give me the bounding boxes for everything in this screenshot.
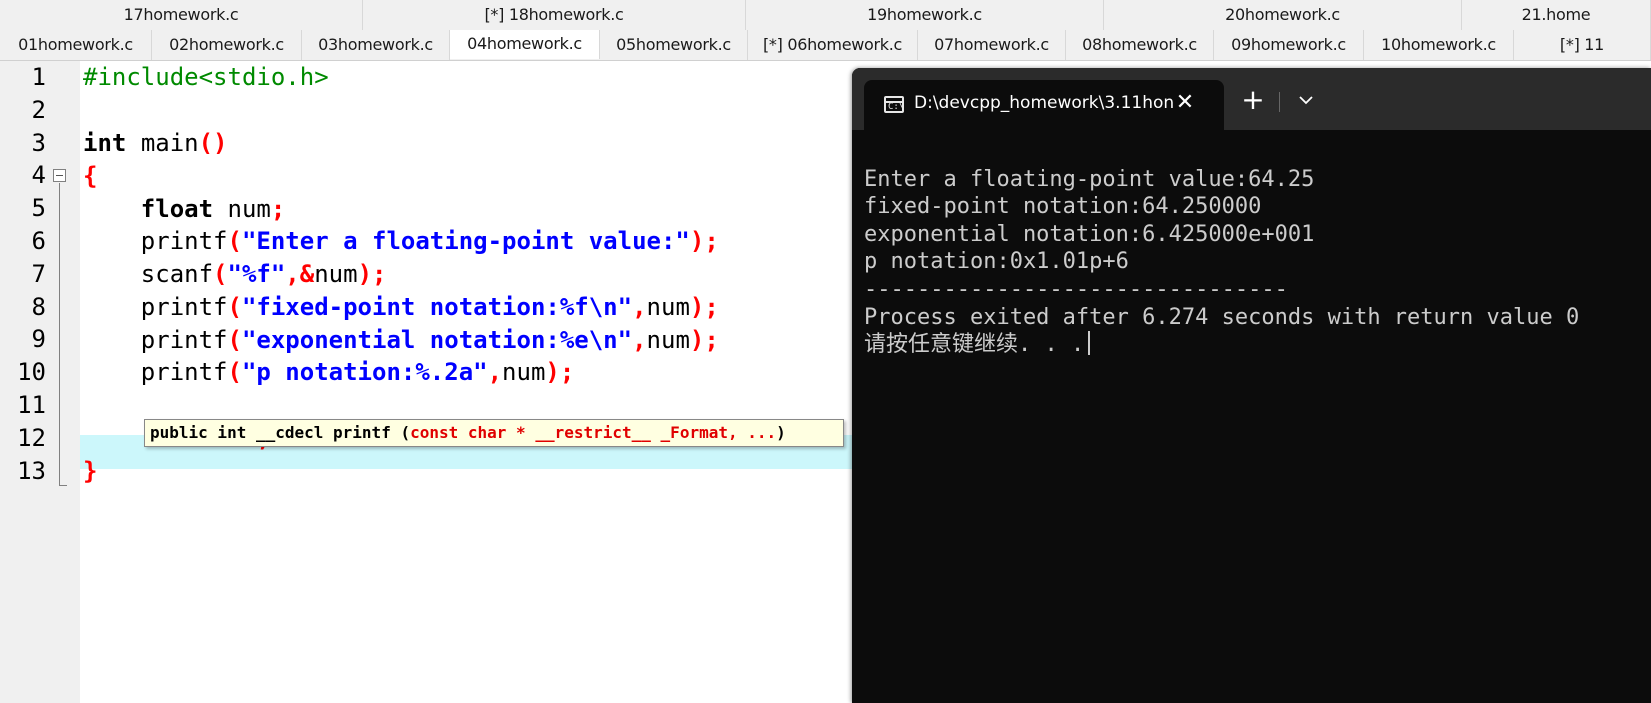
file-tab[interactable]: 01homework.c xyxy=(0,30,152,60)
code-line-10: printf("p notation:%.2a",num); xyxy=(140,358,575,386)
line-number: 5 xyxy=(31,194,46,223)
file-tab[interactable]: 09homework.c xyxy=(1214,30,1364,60)
title-separator xyxy=(1279,92,1280,112)
output-line: exponential notation:6.425000e+001 xyxy=(864,221,1315,247)
code-editor[interactable]: 1 2 3 4 5 6 7 8 9 10 11 12 13 #include<stdio.h> int … xyxy=(0,61,860,703)
text-cursor xyxy=(1088,331,1091,356)
fold-toggle-icon[interactable] xyxy=(53,169,66,182)
code-line-5: float num; xyxy=(140,195,286,223)
line-number: 10 xyxy=(17,358,46,387)
output-line: p notation:0x1.01p+6 xyxy=(864,249,1129,275)
code-line-7: scanf("%f",&num); xyxy=(140,260,387,288)
line-number: 6 xyxy=(31,227,46,255)
new-tab-button[interactable]: + xyxy=(1236,85,1270,119)
file-tab[interactable]: [*] 18homework.c xyxy=(363,0,746,30)
file-tab[interactable]: [*] 06homework.c xyxy=(748,30,918,60)
separator-line: -------------------------------- xyxy=(864,276,1288,302)
terminal-tab[interactable]: C:\ D:\devcpp_homework\3.11hon ✕ xyxy=(864,80,1224,130)
terminal-tab-title: D:\devcpp_homework\3.11hon xyxy=(914,93,1175,113)
code-line-4: { xyxy=(83,162,98,190)
line-number: 13 xyxy=(17,456,46,485)
file-tab[interactable]: [*] 11 xyxy=(1514,30,1651,60)
function-signature-tooltip: public int __cdecl printf (const char * … xyxy=(144,419,844,447)
file-tab-bar-bottom: 01homework.c 02homework.c 03homework.c 04ho… xyxy=(0,30,1651,61)
file-tab-bar-top: 17homework.c [*] 18homework.c 19homework.c… xyxy=(0,0,1651,31)
code-line-6: printf("Enter a floating-point value:"); xyxy=(140,227,719,255)
file-tab[interactable]: 03homework.c xyxy=(302,30,450,60)
file-tab[interactable]: 10homework.c xyxy=(1364,30,1514,60)
line-number: 2 xyxy=(31,95,46,124)
fold-end-marker xyxy=(59,485,67,486)
code-line-9: printf("exponential notation:%e\n",num); xyxy=(140,326,719,354)
terminal-title-bar: C:\ D:\devcpp_homework\3.11hon ✕ + xyxy=(852,68,1651,130)
output-line: Process exited after 6.274 seconds with … xyxy=(864,304,1580,330)
file-tab[interactable]: 08homework.c xyxy=(1066,30,1214,60)
file-tab[interactable]: 21.home xyxy=(1462,0,1651,30)
line-number: 7 xyxy=(31,259,46,288)
code-line-13: } xyxy=(83,457,98,485)
chevron-down-icon[interactable] xyxy=(1294,88,1318,112)
line-number: 1 xyxy=(31,63,46,91)
file-tab[interactable]: 19homework.c xyxy=(746,0,1104,30)
output-line: fixed-point notation:64.250000 xyxy=(864,194,1262,220)
file-tab[interactable]: 02homework.c xyxy=(152,30,302,60)
file-tab[interactable]: 17homework.c xyxy=(0,0,363,30)
file-tab[interactable]: 07homework.c xyxy=(918,30,1066,60)
line-number: 3 xyxy=(31,128,46,157)
close-icon[interactable]: ✕ xyxy=(1172,90,1198,116)
file-tab[interactable]: 05homework.c xyxy=(600,30,748,60)
fold-guide-line xyxy=(59,183,60,485)
line-number: 11 xyxy=(17,391,46,419)
file-tab[interactable]: 20homework.c xyxy=(1104,0,1462,30)
console-icon: C:\ xyxy=(884,96,904,113)
line-number: 9 xyxy=(31,325,46,354)
code-line-8: printf("fixed-point notation:%f\n",num); xyxy=(140,293,719,321)
code-line-1: #include<stdio.h> xyxy=(83,63,329,91)
output-line: 请按任意键继续. . . xyxy=(864,332,1085,358)
terminal-window[interactable]: C:\ D:\devcpp_homework\3.11hon ✕ + Enter… xyxy=(852,68,1651,703)
file-tab-active[interactable]: 04homework.c xyxy=(450,30,600,59)
terminal-output: Enter a floating-point value:64.25 fixed… xyxy=(864,138,1579,359)
line-number: 12 xyxy=(17,423,46,452)
code-line-3: int main() xyxy=(83,129,228,157)
output-line: Enter a floating-point value:64.25 xyxy=(864,166,1315,192)
line-number: 8 xyxy=(31,292,46,321)
line-number: 4 xyxy=(31,161,46,190)
